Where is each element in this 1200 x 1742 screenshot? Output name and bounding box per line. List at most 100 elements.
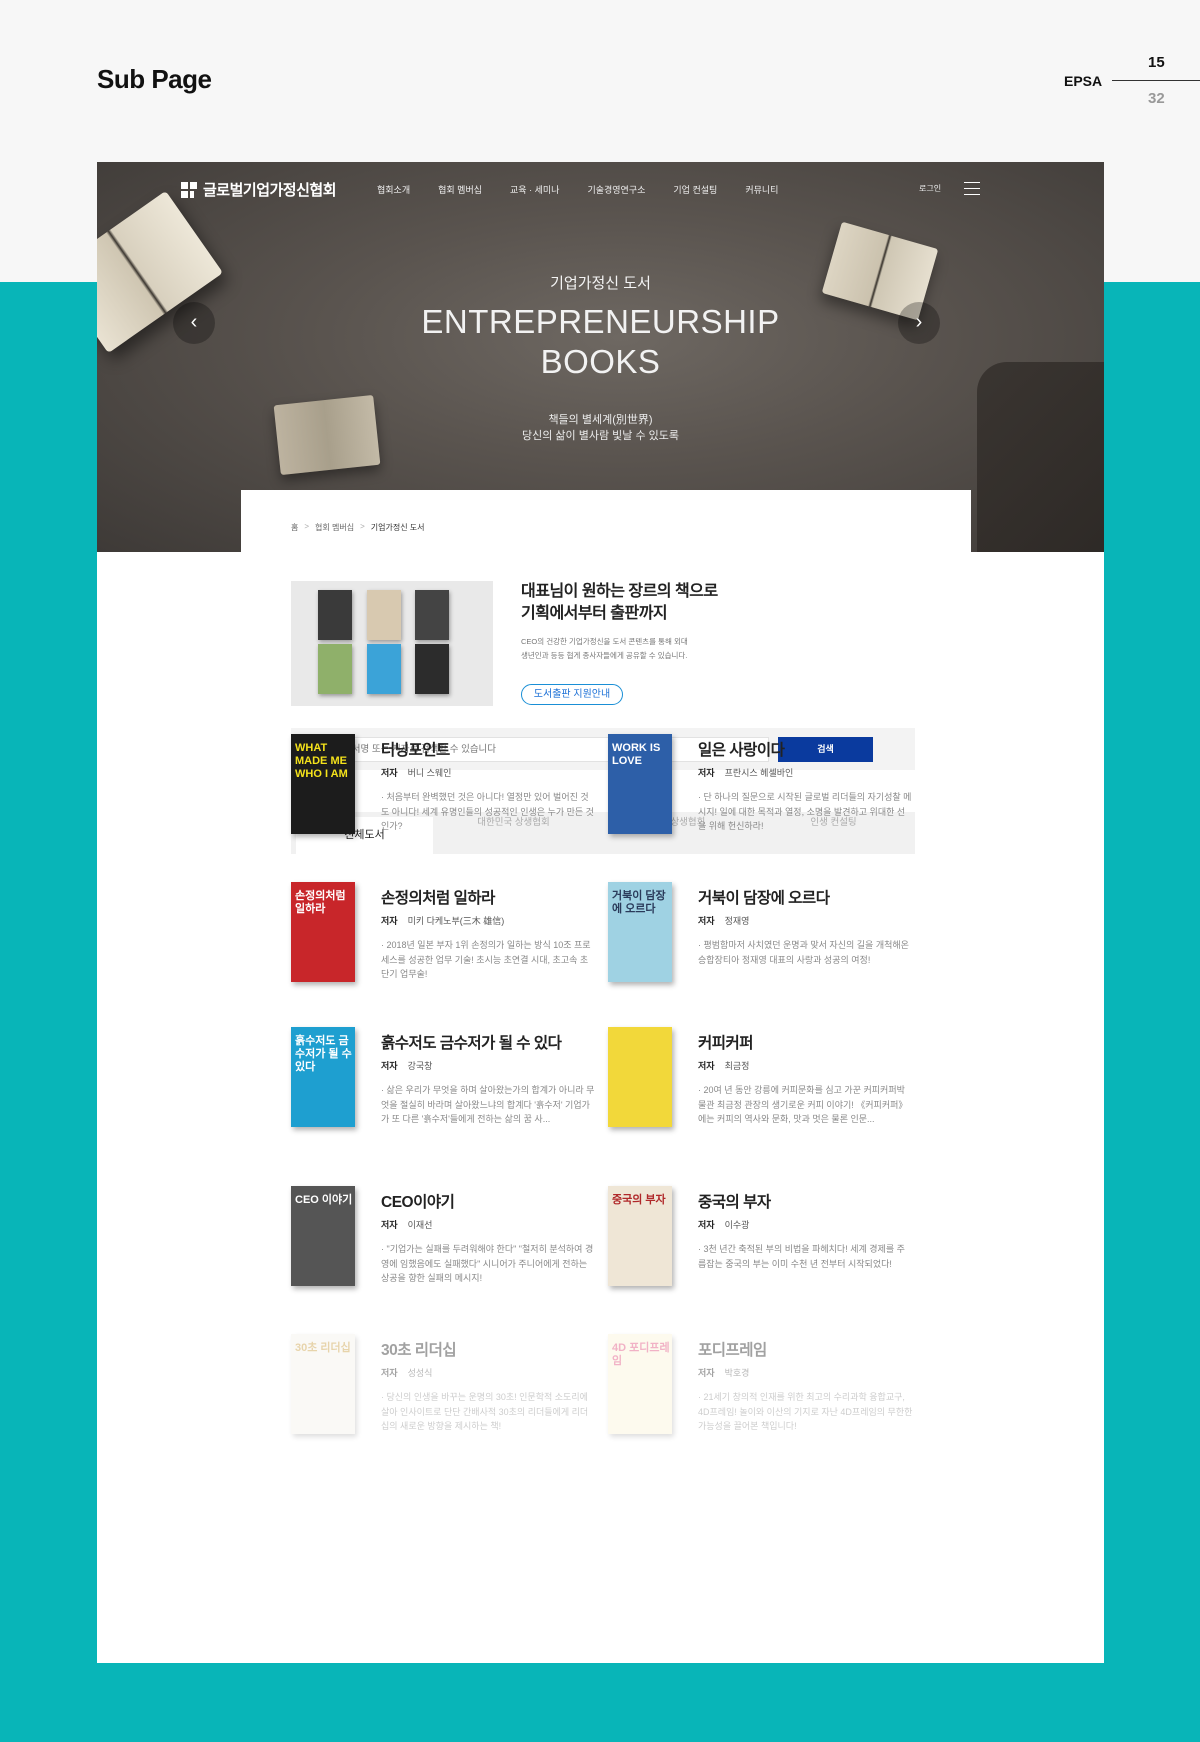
pager-divider (1112, 80, 1200, 81)
book-item[interactable]: 거북이 담장에 오르다 거북이 담장에 오르다 저자 정재영 · 평범함마저 사치였던 … (608, 882, 918, 992)
intro-desc-line: CEO의 건강한 기업가정신을 도서 콘텐츠를 통해 외대 (521, 637, 688, 646)
author-label: 저자 (698, 916, 715, 926)
book-title[interactable]: 포디프레임 (698, 1338, 767, 1360)
content-panel: 홈 > 협회 멤버십 > 기업가정신 도서 대표님이 원하는 장르의 책으로 기… (241, 490, 971, 1663)
book-cover[interactable]: 중국의 부자 (608, 1186, 672, 1286)
book-description: · 3천 년간 축적된 부의 비법을 파헤치다! 세계 경제를 주름잡는 중국의… (698, 1244, 905, 1269)
book-author: 저자 버니 스웨인 (381, 766, 451, 779)
book-author: 저자 성성식 (381, 1366, 432, 1379)
book-description: · 삶은 우리가 무엇을 하며 살아왔는가의 합계가 아니라 무엇을 절실히 바… (381, 1085, 595, 1124)
logo-text: 글로벌기업가정신협회 (203, 182, 337, 199)
author-label: 저자 (698, 768, 715, 778)
breadcrumb: 홈 > 협회 멤버십 > 기업가정신 도서 (291, 522, 425, 533)
global-navigation: 글로벌기업가정신협회 협회소개 협회 멤버십 교육 · 세미나 기술경영연구소 … (97, 162, 1104, 218)
book-author: 저자 최금정 (698, 1059, 749, 1072)
site-logo[interactable]: 글로벌기업가정신협회 (181, 179, 337, 200)
next-slide-arrow-icon[interactable]: › (898, 302, 940, 344)
book-title[interactable]: 커피커퍼 (698, 1031, 754, 1053)
hamburger-menu-icon[interactable] (964, 182, 980, 196)
author-label: 저자 (381, 916, 398, 926)
book-item[interactable]: CEO 이야기 CEO이야기저자 이재선 · "기업가는 실패를 두려워해야 한다" … (291, 1186, 601, 1296)
menu-item-research[interactable]: 기술경영연구소 (587, 183, 645, 196)
book-cover[interactable]: WHAT MADE ME WHO I AM (291, 734, 355, 834)
book-cover[interactable]: 30초 리더십 (291, 1334, 355, 1434)
book-author: 저자 강국창 (381, 1059, 432, 1072)
book-item[interactable]: 커피커퍼저자 최금정 · 20여 년 동안 강릉에 커피문화를 심고 가꾼 커피커퍼… (608, 1027, 918, 1137)
book-cover-text: WHAT MADE ME WHO I AM (295, 742, 348, 780)
author-name: 강국창 (407, 1061, 433, 1071)
book-author: 저자 정재영 (698, 914, 749, 927)
book-description: · 단 하나의 질문으로 시작된 글로벌 리더들의 자기성찰 메시지! 일에 대… (698, 792, 912, 831)
mini-book-cover (367, 590, 401, 640)
book-cover-text: 거북이 담장에 오르다 (612, 890, 666, 915)
menu-item-community[interactable]: 커뮤니티 (745, 183, 778, 196)
book-description: · "기업가는 실패를 두려워해야 한다" "철저히 분석하여 경영에 임했음에… (381, 1244, 594, 1283)
publishing-support-button[interactable]: 도서출판 지원안내 (521, 684, 623, 705)
book-cover-text: 30초 리더십 (295, 1342, 351, 1354)
intro-title-line: 기획에서부터 출판까지 (521, 605, 668, 622)
book-title[interactable]: 중국의 부자 (698, 1190, 771, 1212)
breadcrumb-level1[interactable]: 협회 멤버십 (315, 522, 354, 533)
book-item[interactable]: 30초 리더십 30초 리더십저자 성성식 · 당신의 인생을 바꾸는 운명의 30초… (291, 1334, 601, 1444)
book-cover-text: 손정의처럼 일하라 (295, 890, 346, 915)
book-cover-text: 4D 포디프레임 (612, 1342, 670, 1367)
breadcrumb-home[interactable]: 홈 (291, 522, 298, 533)
mini-book-cover (415, 644, 449, 694)
login-link[interactable]: 로그인 (919, 183, 941, 194)
book-cover[interactable]: CEO 이야기 (291, 1186, 355, 1286)
intro-desc-line: 생년인과 등등 협게 종사자들에게 공유할 수 있습니다. (521, 651, 688, 660)
sheet-title: Sub Page (97, 64, 212, 94)
menu-item-membership[interactable]: 협회 멤버십 (438, 183, 482, 196)
book-title[interactable]: 터닝포인트 (381, 738, 450, 760)
book-cover[interactable]: 4D 포디프레임 (608, 1334, 672, 1434)
menu-item-education[interactable]: 교육 · 세미나 (510, 183, 559, 196)
author-name: 성성식 (407, 1368, 433, 1378)
book-description: · 21세기 창의적 인재를 위한 최고의 수리과학 융합교구, 4D프레임! … (698, 1392, 913, 1431)
chevron-right-icon: > (304, 522, 310, 531)
author-label: 저자 (381, 1220, 398, 1230)
intro-title: 대표님이 원하는 장르의 책으로 기획에서부터 출판까지 (521, 581, 718, 625)
author-label: 저자 (698, 1061, 715, 1071)
hero-title: ENTREPRENEURSHIP BOOKS (97, 302, 1104, 382)
author-name: 이재선 (407, 1220, 433, 1230)
prev-slide-arrow-icon[interactable]: ‹ (173, 302, 215, 344)
book-description: · 당신의 인생을 바꾸는 운명의 30초! 인문학적 소도리에 살아 인사이트… (381, 1392, 589, 1431)
hero-desc-line: 당신의 삶이 별사람 빛날 수 있도록 (522, 430, 679, 442)
book-cover[interactable]: 손정의처럼 일하라 (291, 882, 355, 982)
mini-book-cover (415, 590, 449, 640)
book-title[interactable]: 거북이 담장에 오르다 (698, 886, 830, 908)
book-cover[interactable]: 흙수저도 금수저가 될 수 있다 (291, 1027, 355, 1127)
intro-description: CEO의 건강한 기업가정신을 도서 콘텐츠를 통해 외대 생년인과 등등 협게… (521, 635, 688, 663)
book-cover[interactable]: 거북이 담장에 오르다 (608, 882, 672, 982)
book-item[interactable]: WHAT MADE ME WHO I AM 터닝포인트저자 버니 스웨인 · 처음부터… (291, 734, 601, 844)
author-name: 프란시스 헤셀바인 (724, 768, 794, 778)
book-title[interactable]: 손정의처럼 일하라 (381, 886, 495, 908)
book-item[interactable]: 손정의처럼 일하라 손정의처럼 일하라 저자 미키 다케노부(三木 雄信) · 2018… (291, 882, 601, 992)
book-title[interactable]: 일은 사랑이다 (698, 738, 785, 760)
book-item[interactable]: 흙수저도 금수저가 될 수 있다 흙수저도 금수저가 될 수 있다 저자 강국창 · 삶… (291, 1027, 601, 1137)
intro-title-line: 대표님이 원하는 장르의 책으로 (521, 583, 718, 600)
book-item[interactable]: WORK IS LOVE 일은 사랑이다저자 프란시스 헤셀바인 · 단 하나의 질문… (608, 734, 918, 844)
book-title[interactable]: CEO이야기 (381, 1190, 455, 1212)
menu-item-consulting[interactable]: 기업 컨설팅 (673, 183, 717, 196)
book-title[interactable]: 30초 리더십 (381, 1338, 457, 1360)
hero-title-line: BOOKS (540, 343, 661, 380)
book-author: 저자 프란시스 헤셀바인 (698, 766, 793, 779)
book-cover-text: WORK IS LOVE (612, 742, 661, 767)
book-item[interactable]: 4D 포디프레임 포디프레임 저자 박호경 · 21세기 창의적 인재를 위한 최고의 … (608, 1334, 918, 1444)
book-title[interactable]: 흙수저도 금수저가 될 수 있다 (381, 1031, 562, 1053)
author-label: 저자 (381, 1061, 398, 1071)
book-item[interactable]: 중국의 부자 중국의 부자 저자 이수광 · 3천 년간 축적된 부의 비법을 파헤치다… (608, 1186, 918, 1296)
mini-book-cover (367, 644, 401, 694)
book-cover[interactable]: WORK IS LOVE (608, 734, 672, 834)
hero-subtitle: 기업가정신 도서 (550, 275, 651, 292)
menu-item-about[interactable]: 협회소개 (377, 183, 410, 196)
author-name: 최금정 (724, 1061, 750, 1071)
author-name: 정재영 (724, 916, 750, 926)
author-name: 버니 스웨인 (407, 768, 452, 778)
logo-mark-icon (181, 181, 197, 198)
book-description: · 20여 년 동안 강릉에 커피문화를 심고 가꾼 커피커퍼박물관 최금정 관… (698, 1085, 908, 1124)
book-cover[interactable] (608, 1027, 672, 1127)
book-description: · 처음부터 완벽했던 것은 아니다! 열정만 있어 벌어진 것도 아니다! 세… (381, 792, 594, 831)
page-current: 15 (1148, 54, 1165, 71)
